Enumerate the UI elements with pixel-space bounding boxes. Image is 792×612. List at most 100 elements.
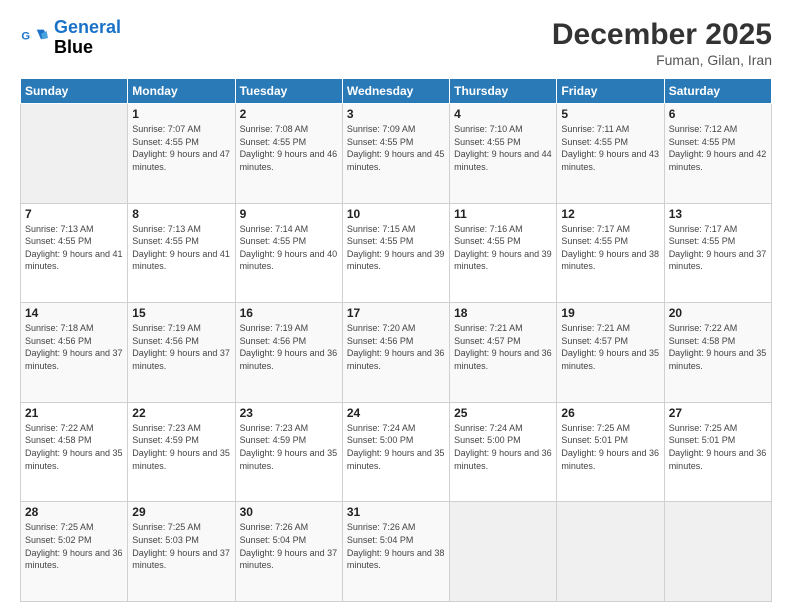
day-detail: Sunrise: 7:21 AMSunset: 4:57 PMDaylight:… — [454, 322, 552, 372]
week-row-5: 28Sunrise: 7:25 AMSunset: 5:02 PMDayligh… — [21, 502, 772, 602]
day-number: 7 — [25, 207, 123, 221]
day-number: 15 — [132, 306, 230, 320]
day-detail: Sunrise: 7:09 AMSunset: 4:55 PMDaylight:… — [347, 123, 445, 173]
day-detail: Sunrise: 7:19 AMSunset: 4:56 PMDaylight:… — [240, 322, 338, 372]
day-number: 19 — [561, 306, 659, 320]
calendar-cell: 18 Sunrise: 7:21 AMSunset: 4:57 PMDayligh… — [450, 303, 557, 403]
calendar-cell: 23 Sunrise: 7:23 AMSunset: 4:59 PMDayligh… — [235, 402, 342, 502]
day-detail: Sunrise: 7:17 AMSunset: 4:55 PMDaylight:… — [669, 223, 767, 273]
header: G General Blue December 2025 Fuman, Gila… — [20, 18, 772, 68]
weekday-header-tuesday: Tuesday — [235, 79, 342, 104]
calendar-cell: 29Sunrise: 7:25 AMSunset: 5:03 PMDayligh… — [128, 502, 235, 602]
week-row-2: 7 Sunrise: 7:13 AMSunset: 4:55 PMDaylight… — [21, 203, 772, 303]
day-detail: Sunrise: 7:22 AMSunset: 4:58 PMDaylight:… — [25, 422, 123, 472]
day-number: 20 — [669, 306, 767, 320]
calendar-cell: 24 Sunrise: 7:24 AMSunset: 5:00 PMDayligh… — [342, 402, 449, 502]
day-detail: Sunrise: 7:25 AMSunset: 5:01 PMDaylight:… — [561, 422, 659, 472]
day-detail: Sunrise: 7:08 AMSunset: 4:55 PMDaylight:… — [240, 123, 338, 173]
calendar-table: SundayMondayTuesdayWednesdayThursdayFrid… — [20, 78, 772, 602]
day-detail: Sunrise: 7:13 AMSunset: 4:55 PMDaylight:… — [132, 223, 230, 273]
calendar-cell: 2 Sunrise: 7:08 AMSunset: 4:55 PMDaylight… — [235, 104, 342, 204]
day-detail: Sunrise: 7:24 AMSunset: 5:00 PMDaylight:… — [347, 422, 445, 472]
calendar-cell: 13Sunrise: 7:17 AMSunset: 4:55 PMDayligh… — [664, 203, 771, 303]
day-number: 17 — [347, 306, 445, 320]
day-detail: Sunrise: 7:24 AMSunset: 5:00 PMDaylight:… — [454, 422, 552, 472]
day-detail: Sunrise: 7:26 AMSunset: 5:04 PMDaylight:… — [347, 521, 445, 571]
calendar-cell: 26 Sunrise: 7:25 AMSunset: 5:01 PMDayligh… — [557, 402, 664, 502]
day-detail: Sunrise: 7:18 AMSunset: 4:56 PMDaylight:… — [25, 322, 123, 372]
day-number: 24 — [347, 406, 445, 420]
weekday-header-saturday: Saturday — [664, 79, 771, 104]
day-number: 11 — [454, 207, 552, 221]
main-title: December 2025 — [552, 18, 772, 52]
day-number: 1 — [132, 107, 230, 121]
day-detail: Sunrise: 7:23 AMSunset: 4:59 PMDaylight:… — [240, 422, 338, 472]
title-block: December 2025 Fuman, Gilan, Iran — [552, 18, 772, 68]
day-detail: Sunrise: 7:16 AMSunset: 4:55 PMDaylight:… — [454, 223, 552, 273]
weekday-header-wednesday: Wednesday — [342, 79, 449, 104]
calendar-cell: 12 Sunrise: 7:17 AMSunset: 4:55 PMDayligh… — [557, 203, 664, 303]
calendar-cell — [21, 104, 128, 204]
calendar-cell: 10 Sunrise: 7:15 AMSunset: 4:55 PMDayligh… — [342, 203, 449, 303]
calendar-cell: 17 Sunrise: 7:20 AMSunset: 4:56 PMDayligh… — [342, 303, 449, 403]
weekday-header-friday: Friday — [557, 79, 664, 104]
logo-line1: General — [54, 17, 121, 37]
weekday-row: SundayMondayTuesdayWednesdayThursdayFrid… — [21, 79, 772, 104]
day-detail: Sunrise: 7:14 AMSunset: 4:55 PMDaylight:… — [240, 223, 338, 273]
calendar-cell: 6 Sunrise: 7:12 AMSunset: 4:55 PMDaylight… — [664, 104, 771, 204]
logo-icon: G — [20, 24, 48, 52]
day-number: 14 — [25, 306, 123, 320]
calendar-cell: 8 Sunrise: 7:13 AMSunset: 4:55 PMDaylight… — [128, 203, 235, 303]
day-detail: Sunrise: 7:23 AMSunset: 4:59 PMDaylight:… — [132, 422, 230, 472]
week-row-1: 1Sunrise: 7:07 AMSunset: 4:55 PMDaylight… — [21, 104, 772, 204]
day-number: 22 — [132, 406, 230, 420]
day-number: 4 — [454, 107, 552, 121]
calendar-cell: 3Sunrise: 7:09 AMSunset: 4:55 PMDaylight… — [342, 104, 449, 204]
day-number: 5 — [561, 107, 659, 121]
day-number: 25 — [454, 406, 552, 420]
day-number: 2 — [240, 107, 338, 121]
day-detail: Sunrise: 7:12 AMSunset: 4:55 PMDaylight:… — [669, 123, 767, 173]
day-detail: Sunrise: 7:20 AMSunset: 4:56 PMDaylight:… — [347, 322, 445, 372]
calendar-page: G General Blue December 2025 Fuman, Gila… — [0, 0, 792, 612]
day-number: 8 — [132, 207, 230, 221]
day-detail: Sunrise: 7:25 AMSunset: 5:03 PMDaylight:… — [132, 521, 230, 571]
day-number: 9 — [240, 207, 338, 221]
calendar-cell: 21 Sunrise: 7:22 AMSunset: 4:58 PMDayligh… — [21, 402, 128, 502]
day-detail: Sunrise: 7:15 AMSunset: 4:55 PMDaylight:… — [347, 223, 445, 273]
calendar-cell: 16 Sunrise: 7:19 AMSunset: 4:56 PMDayligh… — [235, 303, 342, 403]
day-number: 16 — [240, 306, 338, 320]
day-number: 26 — [561, 406, 659, 420]
logo-text: General Blue — [54, 18, 121, 58]
logo-line2: Blue — [54, 38, 121, 58]
day-detail: Sunrise: 7:26 AMSunset: 5:04 PMDaylight:… — [240, 521, 338, 571]
day-detail: Sunrise: 7:21 AMSunset: 4:57 PMDaylight:… — [561, 322, 659, 372]
calendar-cell: 31 Sunrise: 7:26 AMSunset: 5:04 PMDayligh… — [342, 502, 449, 602]
calendar-cell: 1Sunrise: 7:07 AMSunset: 4:55 PMDaylight… — [128, 104, 235, 204]
day-number: 6 — [669, 107, 767, 121]
calendar-cell — [557, 502, 664, 602]
day-number: 31 — [347, 505, 445, 519]
day-detail: Sunrise: 7:13 AMSunset: 4:55 PMDaylight:… — [25, 223, 123, 273]
day-number: 18 — [454, 306, 552, 320]
calendar-cell — [450, 502, 557, 602]
calendar-cell: 15Sunrise: 7:19 AMSunset: 4:56 PMDayligh… — [128, 303, 235, 403]
calendar-cell: 30Sunrise: 7:26 AMSunset: 5:04 PMDayligh… — [235, 502, 342, 602]
day-number: 12 — [561, 207, 659, 221]
calendar-cell: 11 Sunrise: 7:16 AMSunset: 4:55 PMDayligh… — [450, 203, 557, 303]
logo: G General Blue — [20, 18, 121, 58]
day-detail: Sunrise: 7:10 AMSunset: 4:55 PMDaylight:… — [454, 123, 552, 173]
calendar-cell: 22 Sunrise: 7:23 AMSunset: 4:59 PMDayligh… — [128, 402, 235, 502]
day-detail: Sunrise: 7:22 AMSunset: 4:58 PMDaylight:… — [669, 322, 767, 372]
day-number: 21 — [25, 406, 123, 420]
weekday-header-monday: Monday — [128, 79, 235, 104]
svg-text:G: G — [21, 30, 30, 42]
calendar-cell: 14 Sunrise: 7:18 AMSunset: 4:56 PMDayligh… — [21, 303, 128, 403]
day-number: 10 — [347, 207, 445, 221]
calendar-cell: 9 Sunrise: 7:14 AMSunset: 4:55 PMDaylight… — [235, 203, 342, 303]
day-number: 27 — [669, 406, 767, 420]
day-detail: Sunrise: 7:11 AMSunset: 4:55 PMDaylight:… — [561, 123, 659, 173]
day-detail: Sunrise: 7:17 AMSunset: 4:55 PMDaylight:… — [561, 223, 659, 273]
day-number: 23 — [240, 406, 338, 420]
calendar-cell: 19 Sunrise: 7:21 AMSunset: 4:57 PMDayligh… — [557, 303, 664, 403]
